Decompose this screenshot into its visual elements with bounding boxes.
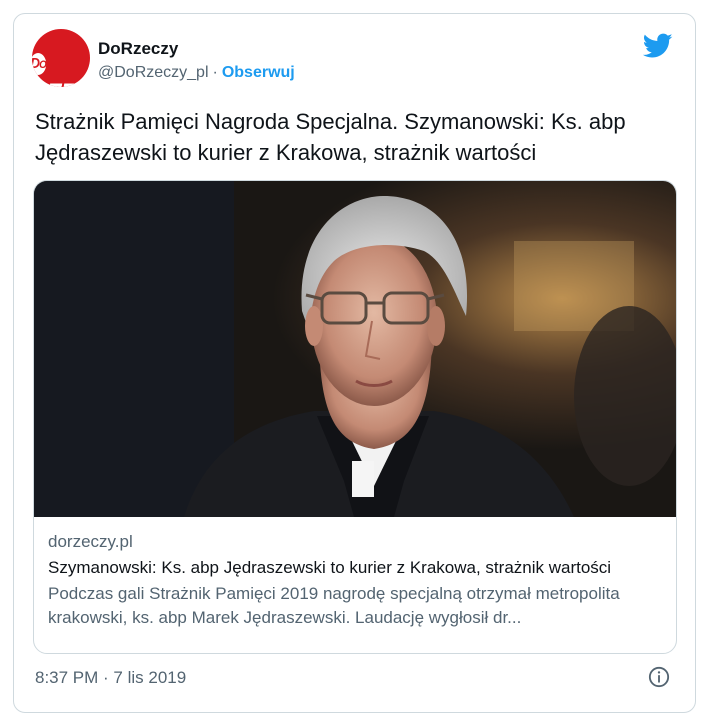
- link-domain: dorzeczy.pl: [48, 532, 133, 551]
- info-icon[interactable]: [648, 666, 670, 688]
- dorzeczy-logo-icon: DORZE: [32, 47, 84, 87]
- tweet-embed-card: DORZE DoRzeczy @DoRzeczy_pl·Obserwuj Str…: [13, 13, 696, 713]
- handle-row: @DoRzeczy_pl · Obserwuj: [98, 64, 295, 82]
- author-handle[interactable]: @DoRzeczy_pl: [98, 64, 209, 81]
- article-photo[interactable]: [34, 181, 677, 517]
- follow-link[interactable]: Obserwuj: [222, 64, 295, 81]
- link-preview-card[interactable]: dorzeczy.pl Szymanowski: Ks. abp Jędrasz…: [33, 180, 677, 654]
- link-description: Podczas gali Strażnik Pamięci 2019 nagro…: [48, 584, 620, 627]
- author-name[interactable]: DoRzeczy: [98, 39, 178, 59]
- separator-dot: ·: [212, 64, 218, 81]
- tweet-timestamp[interactable]: 8:37 PM · 7 lis 2019: [35, 668, 186, 688]
- link-title[interactable]: Szymanowski: Ks. abp Jędraszewski to kur…: [48, 557, 668, 579]
- link-card-meta: dorzeczy.pl Szymanowski: Ks. abp Jędrasz…: [48, 531, 668, 630]
- tweet-text: Strażnik Pamięci Nagroda Specjalna. Szym…: [35, 109, 626, 165]
- author-avatar[interactable]: DORZE: [32, 29, 90, 87]
- twitter-bird-icon[interactable]: [643, 33, 673, 59]
